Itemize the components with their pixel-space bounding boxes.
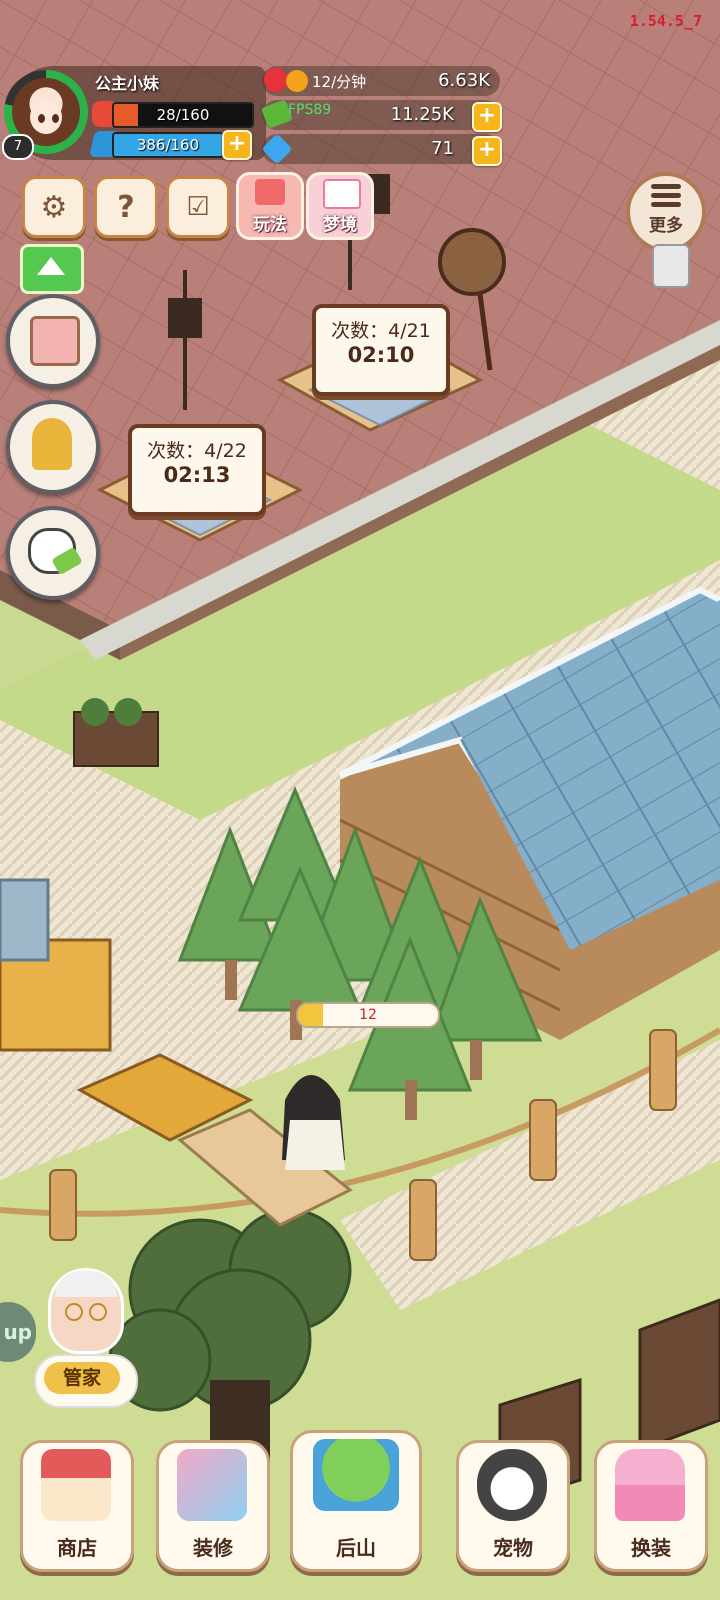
gems-add-button[interactable]: + (472, 136, 502, 166)
nav-dress-label: 换装 (631, 1536, 671, 1560)
level-badge: 7 (2, 134, 34, 160)
nav-mountain[interactable]: 后山 (290, 1430, 422, 1572)
paint-bucket-icon (177, 1449, 247, 1521)
serve-time: 02:13 (163, 463, 231, 487)
nav-pet[interactable]: 宠物 (456, 1440, 570, 1572)
collapse-button[interactable] (20, 244, 84, 294)
exp-value: 386/160 (136, 136, 200, 154)
harvest-progress: 12 (296, 1002, 440, 1028)
calendar-button[interactable]: ☑ (166, 176, 230, 238)
calendar-icon: ☑ (186, 192, 210, 222)
cash-value: 11.25K (390, 104, 454, 125)
harvest-value: 12 (359, 1007, 377, 1023)
gear-icon: ⚙ (40, 189, 68, 225)
nav-decor[interactable]: 装修 (156, 1440, 270, 1572)
cash-resource: FPS89 11.25K (261, 99, 500, 130)
nav-dress[interactable]: 换装 (594, 1440, 708, 1572)
cash-add-button[interactable]: + (472, 102, 502, 132)
exp-add-button[interactable]: + (222, 130, 252, 160)
stamina-value: 28/160 (156, 106, 210, 124)
heart-letter-icon (323, 179, 361, 209)
more-label: 更多 (649, 216, 683, 236)
version-label: 1.54.5_7 (629, 12, 702, 30)
crops-button[interactable] (6, 400, 100, 494)
diamond-icon (261, 133, 293, 165)
dress-icon (615, 1449, 685, 1521)
workshop-button[interactable] (6, 294, 100, 388)
table-timer[interactable]: 次数：4/21 02:10 (312, 304, 450, 396)
dream-button[interactable]: 梦境 (306, 172, 374, 240)
nav-mountain-label: 后山 (336, 1536, 376, 1560)
gems-value: 71 (431, 138, 454, 159)
gift-icon (255, 179, 285, 205)
pickup-button[interactable] (6, 506, 100, 600)
play-guide-label: 玩法 (253, 215, 287, 235)
butler-avatar (48, 1268, 124, 1354)
settings-button[interactable]: ⚙ (22, 176, 86, 238)
lock-icon (652, 244, 690, 288)
nav-shop-label: 商店 (57, 1536, 97, 1560)
dream-label: 梦境 (323, 215, 357, 235)
cat-icon (477, 1449, 547, 1521)
player-name: 公主小妹 (95, 74, 160, 93)
nav-decor-label: 装修 (193, 1536, 233, 1560)
coin-icon (286, 70, 308, 92)
nav-shop[interactable]: 商店 (20, 1440, 134, 1572)
serve-count: 次数：4/21 (331, 320, 431, 342)
table-timer[interactable]: 次数：4/22 02:13 (128, 424, 266, 516)
nav-pet-label: 宠物 (493, 1536, 533, 1560)
exp-bar: 386/160 (112, 132, 224, 158)
serve-time: 02:10 (347, 343, 415, 367)
hearts-rate: 12/分钟 (312, 73, 367, 91)
hearts-value: 6.63K (438, 70, 490, 91)
serve-count: 次数：4/22 (147, 440, 247, 462)
gems-resource: 71 (261, 133, 500, 165)
loom-icon (30, 316, 80, 366)
question-icon: ? (117, 189, 135, 225)
menu-icon (651, 184, 681, 207)
hearts-resource: 12/分钟 6.63K (262, 66, 500, 96)
butler-button[interactable]: 管家 (28, 1268, 138, 1408)
heart-icon (264, 68, 288, 92)
more-button[interactable]: 更多 (626, 172, 706, 252)
help-button[interactable]: ? (94, 176, 158, 238)
fps-counter: FPS89 (288, 102, 332, 118)
butler-label: 管家 (44, 1362, 120, 1394)
play-guide-button[interactable]: 玩法 (236, 172, 304, 240)
shop-icon (41, 1449, 111, 1521)
arrow-up-icon (37, 257, 65, 275)
stamina-bar: 28/160 (112, 102, 254, 128)
wheat-icon (32, 418, 72, 470)
mountain-icon (313, 1439, 399, 1511)
